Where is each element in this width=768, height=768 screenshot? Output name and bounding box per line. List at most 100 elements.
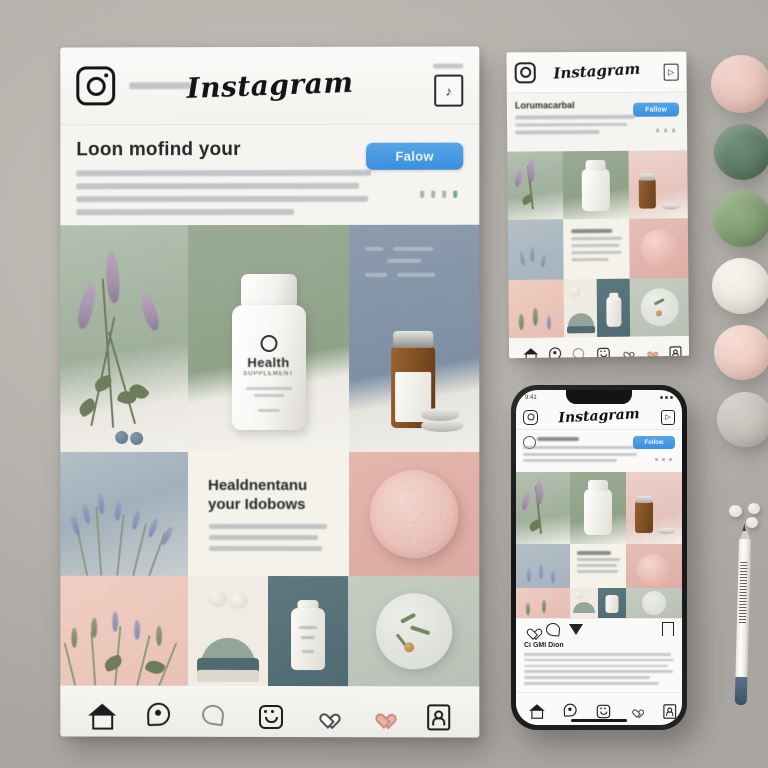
swatch-blush-pink[interactable] [711, 55, 768, 113]
grid-cell-lavender-field[interactable] [60, 451, 189, 576]
caption-line [524, 681, 659, 685]
home-icon[interactable] [528, 703, 545, 719]
grid-row [507, 150, 688, 220]
heart-icon[interactable] [312, 702, 339, 729]
ceramic-plate [375, 593, 452, 670]
direct-message-icon[interactable]: ♪ [434, 74, 464, 107]
grid-cell-pink-lavender[interactable] [516, 588, 570, 618]
flower-head [520, 491, 532, 511]
post-caption: Ci GMI Dion [516, 639, 682, 688]
caption-line [524, 658, 674, 662]
grid-cell-pink-lavender[interactable] [508, 279, 565, 339]
home-icon[interactable] [523, 347, 538, 355]
search-icon[interactable] [562, 703, 577, 717]
panel-text-line [365, 272, 388, 277]
bottle-label-line [299, 626, 318, 630]
flower-head [75, 282, 99, 330]
comment-icon[interactable] [572, 347, 585, 359]
panel-text-line [365, 246, 384, 251]
grid-cell-abstract-shapes[interactable] [563, 279, 598, 338]
follow-button[interactable]: Fallow [633, 102, 679, 117]
swatch-sage-green[interactable] [713, 190, 768, 247]
profile-bio-lines [76, 169, 372, 216]
follow-button[interactable]: Falow [366, 142, 464, 170]
grid-cell-text-quote[interactable]: Healdnentanu your Idobows [188, 451, 350, 577]
quote-line [209, 523, 328, 530]
pebble [130, 431, 144, 445]
grid-cell-text-quote[interactable] [570, 544, 626, 588]
lavender-stem [63, 642, 77, 686]
reels-icon[interactable] [596, 346, 610, 359]
bottle-label-title: Health [247, 354, 290, 371]
reels-icon[interactable] [256, 701, 283, 729]
grid-cell-herb-sprig[interactable] [516, 472, 570, 544]
heart-icon[interactable] [524, 623, 537, 636]
stat-item [669, 458, 672, 461]
quote-line [571, 236, 623, 241]
grid-cell-supplement-bottle[interactable] [562, 150, 630, 220]
follow-button[interactable]: Follow [633, 436, 675, 449]
reels-icon[interactable] [595, 703, 611, 719]
abstract-base [197, 669, 260, 682]
instagram-camera-icon[interactable] [514, 61, 536, 83]
profile-icon[interactable] [424, 702, 451, 730]
heart-icon[interactable] [620, 346, 627, 353]
grid-cell-teal-bottle[interactable] [598, 588, 626, 618]
grid-cell-amber-vial[interactable] [349, 224, 480, 453]
swatch-warm-gray[interactable] [717, 392, 768, 447]
home-icon[interactable] [88, 701, 117, 728]
foliage [156, 625, 163, 646]
search-icon[interactable] [548, 347, 562, 359]
grid-cell-herb-sprig[interactable] [507, 151, 564, 220]
heart-filled-icon[interactable] [644, 346, 651, 353]
grid-cell-teal-bottle[interactable] [268, 575, 349, 687]
swatch-cream[interactable] [712, 258, 768, 314]
lavender-head [540, 254, 547, 268]
stat-item [662, 458, 665, 461]
bio-line [523, 446, 643, 449]
grid-cell-herb-sprig[interactable] [60, 225, 189, 452]
phone-profile-section: Follow [516, 430, 682, 472]
grid-cell-text-quote[interactable] [563, 218, 630, 280]
heart-filled-icon[interactable] [368, 702, 395, 729]
grid-cell-supplement-bottle[interactable] [570, 472, 626, 544]
grid-cell-pink-lavender[interactable] [60, 575, 189, 686]
bookmark-icon[interactable] [661, 622, 674, 642]
search-icon[interactable] [144, 701, 171, 728]
grid-cell-lavender-field[interactable] [507, 219, 564, 280]
grid-cell-abstract-shapes[interactable] [570, 588, 598, 618]
grid-cell-herb-plate[interactable] [348, 576, 480, 687]
stat-item [664, 128, 668, 133]
lavender-head [546, 315, 552, 330]
instagram-camera-icon[interactable] [523, 409, 538, 425]
metal-lid [657, 528, 675, 534]
profile-icon[interactable] [667, 345, 682, 359]
grid-cell-pink-tablet[interactable] [349, 452, 480, 577]
grid-cell-amber-vial[interactable] [628, 150, 688, 219]
grid-cell-lavender-field[interactable] [516, 544, 570, 588]
bottle-body [584, 489, 612, 535]
direct-message-icon[interactable]: ▷ [661, 409, 675, 425]
grid-cell-amber-vial[interactable] [626, 472, 682, 544]
grid-cell-abstract-shapes[interactable] [188, 575, 269, 686]
caption-line [524, 670, 673, 673]
heart-icon[interactable] [628, 703, 636, 711]
comment-icon[interactable] [200, 701, 227, 728]
swatch-rose[interactable] [714, 325, 768, 380]
lavender-stem [132, 523, 148, 576]
vial-body [635, 501, 653, 533]
grid-cell-supplement-bottle[interactable]: Health SUPPLEMENT [188, 224, 350, 453]
grid-cell-herb-plate[interactable] [626, 588, 682, 618]
share-icon[interactable] [569, 624, 583, 635]
swatch-deep-green[interactable] [714, 124, 768, 180]
profile-icon[interactable] [661, 703, 677, 719]
grid-cell-pink-tablet[interactable] [626, 544, 682, 588]
flower-head [104, 250, 121, 304]
instagram-camera-icon[interactable] [76, 66, 116, 106]
comment-icon[interactable] [545, 621, 561, 637]
grid-cell-herb-plate[interactable] [629, 278, 689, 337]
grid-cell-teal-bottle[interactable] [596, 278, 631, 338]
direct-message-icon[interactable]: ▷ [663, 63, 679, 81]
grid-cell-pink-tablet[interactable] [629, 218, 689, 279]
bottle-label-line [301, 636, 316, 640]
